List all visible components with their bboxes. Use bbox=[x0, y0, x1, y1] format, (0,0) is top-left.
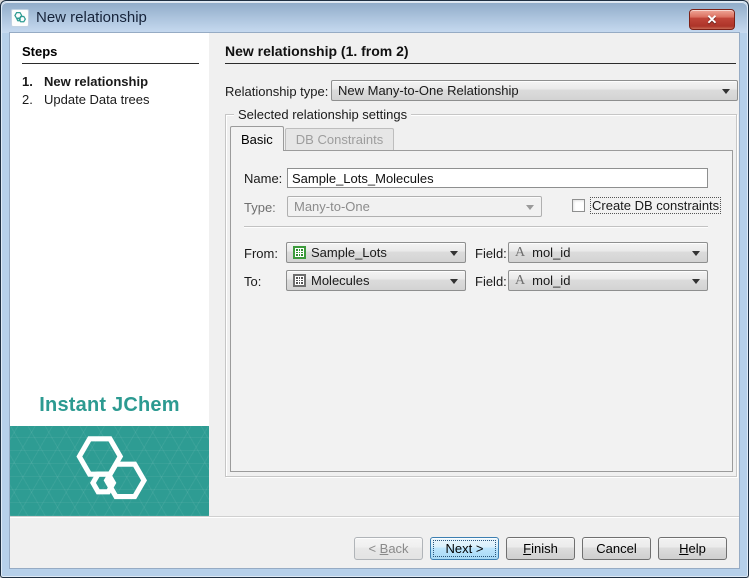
brand-banner bbox=[10, 426, 209, 516]
close-icon: ✕ bbox=[707, 12, 718, 28]
app-logo-icon bbox=[11, 9, 29, 27]
to-field-label: Field: bbox=[475, 274, 507, 289]
text-field-type-icon: A bbox=[515, 245, 525, 261]
step-number: 1. bbox=[22, 74, 44, 89]
relationship-type-select[interactable]: New Many-to-One Relationship bbox=[331, 80, 738, 101]
chevron-down-icon bbox=[692, 279, 700, 284]
from-label: From: bbox=[244, 246, 278, 261]
help-button[interactable]: Help bbox=[658, 537, 727, 560]
to-field-select[interactable]: A mol_id bbox=[508, 270, 708, 291]
to-entity-select[interactable]: Molecules bbox=[286, 270, 466, 291]
chevron-down-icon bbox=[450, 251, 458, 256]
settings-tabs: Basic DB Constraints bbox=[230, 127, 394, 151]
relationship-type-label: Relationship type: bbox=[225, 84, 328, 99]
type-label: Type: bbox=[244, 200, 276, 215]
text-field-type-icon: A bbox=[515, 273, 525, 289]
footer-button-bar: < Back Next > Finish Cancel Help bbox=[10, 516, 739, 568]
dialog-content: Steps 1. New relationship 2. Update Data… bbox=[9, 32, 740, 569]
from-field-select[interactable]: A mol_id bbox=[508, 242, 708, 263]
settings-groupbox: Selected relationship settings Basic DB … bbox=[225, 114, 737, 477]
back-button: < Back bbox=[354, 537, 423, 560]
create-db-constraints-label[interactable]: Create DB constraints bbox=[590, 197, 721, 214]
steps-divider bbox=[22, 63, 199, 64]
step-number: 2. bbox=[22, 92, 44, 107]
page-title: New relationship (1. from 2) bbox=[225, 43, 736, 64]
from-field-label: Field: bbox=[475, 246, 507, 261]
name-label: Name: bbox=[244, 171, 282, 186]
settings-group-label: Selected relationship settings bbox=[234, 107, 411, 122]
finish-button[interactable]: Finish bbox=[506, 537, 575, 560]
new-relationship-dialog: New relationship ✕ Steps 1. New relation… bbox=[0, 0, 749, 578]
wizard-main-pane: New relationship (1. from 2) Relationshi… bbox=[209, 33, 739, 516]
brand-name: Instant JChem bbox=[10, 394, 209, 417]
steps-sidebar: Steps 1. New relationship 2. Update Data… bbox=[10, 33, 209, 516]
create-db-constraints-checkbox[interactable] bbox=[572, 199, 585, 212]
cancel-button[interactable]: Cancel bbox=[582, 537, 651, 560]
next-button[interactable]: Next > bbox=[430, 537, 499, 560]
type-select: Many-to-One bbox=[287, 196, 542, 217]
section-divider bbox=[244, 226, 708, 228]
chevron-down-icon bbox=[722, 89, 730, 94]
steps-heading: Steps bbox=[22, 44, 57, 59]
tab-basic[interactable]: Basic bbox=[230, 126, 284, 151]
table-gray-icon bbox=[293, 274, 306, 287]
window-title: New relationship bbox=[36, 9, 147, 26]
step-label: New relationship bbox=[44, 74, 148, 89]
step-item-update-data-trees: 2. Update Data trees bbox=[22, 92, 150, 107]
chevron-down-icon bbox=[450, 279, 458, 284]
jchem-hexagons-icon bbox=[13, 11, 27, 25]
relationship-type-value: New Many-to-One Relationship bbox=[338, 83, 519, 98]
to-field-value: mol_id bbox=[532, 273, 570, 288]
name-input[interactable] bbox=[287, 168, 708, 188]
table-green-icon bbox=[293, 246, 306, 259]
to-label: To: bbox=[244, 274, 261, 289]
close-button[interactable]: ✕ bbox=[689, 9, 735, 30]
type-value: Many-to-One bbox=[294, 199, 370, 214]
chevron-down-icon bbox=[526, 205, 534, 210]
step-item-new-relationship: 1. New relationship bbox=[22, 74, 148, 89]
step-label: Update Data trees bbox=[44, 92, 150, 107]
tab-db-constraints: DB Constraints bbox=[285, 128, 394, 151]
title-bar[interactable]: New relationship ✕ bbox=[2, 2, 747, 33]
jchem-hexagons-logo-icon bbox=[67, 431, 153, 511]
from-entity-value: Sample_Lots bbox=[311, 245, 387, 260]
chevron-down-icon bbox=[692, 251, 700, 256]
from-entity-select[interactable]: Sample_Lots bbox=[286, 242, 466, 263]
basic-tab-panel: Name: Type: Many-to-One Create DB constr… bbox=[230, 150, 733, 472]
to-entity-value: Molecules bbox=[311, 273, 370, 288]
from-field-value: mol_id bbox=[532, 245, 570, 260]
